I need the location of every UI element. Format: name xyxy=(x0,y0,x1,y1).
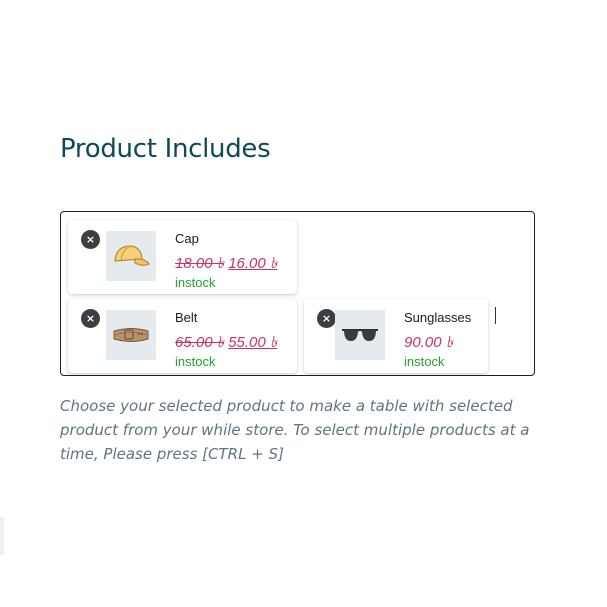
stock-status: instock xyxy=(175,275,216,290)
cap-image xyxy=(106,231,156,281)
product-name: Sunglasses xyxy=(404,310,472,325)
sale-price: 16.00 ৳ xyxy=(228,255,278,272)
product-name: Belt xyxy=(175,310,198,325)
product-name: Cap xyxy=(175,231,199,246)
remove-icon[interactable]: × xyxy=(81,309,100,328)
regular-price: 18.00 ৳ xyxy=(175,255,225,272)
belt-image xyxy=(106,310,156,360)
product-price: 65.00 ৳ 55.00 ৳ xyxy=(175,331,277,356)
sale-price: 55.00 ৳ xyxy=(228,334,278,351)
remove-icon[interactable]: × xyxy=(81,230,100,249)
stock-status: instock xyxy=(404,354,445,369)
product-price: 18.00 ৳ 16.00 ৳ xyxy=(175,252,277,277)
sale-price: 90.00 ৳ xyxy=(404,334,454,351)
product-chip-belt[interactable]: × Belt 65.00 ৳ 55.00 ৳ instock xyxy=(68,299,297,373)
product-price: 90.00 ৳ xyxy=(404,331,453,356)
text-cursor[interactable] xyxy=(495,307,496,324)
stock-status: instock xyxy=(175,354,216,369)
product-chip-sunglasses[interactable]: × Sunglasses 90.00 ৳ instock xyxy=(304,299,488,373)
page: Product Includes × Cap 18.00 ৳ 16.00 ৳ in… xyxy=(0,0,607,607)
product-multiselect[interactable]: × Cap 18.00 ৳ 16.00 ৳ instock × Belt 65.… xyxy=(60,211,535,376)
section-title: Product Includes xyxy=(60,134,271,164)
product-chip-cap[interactable]: × Cap 18.00 ৳ 16.00 ৳ instock xyxy=(68,220,297,294)
edge-panel xyxy=(0,517,4,555)
regular-price: 65.00 ৳ xyxy=(175,334,225,351)
remove-icon[interactable]: × xyxy=(317,309,336,328)
help-text: Choose your selected product to make a t… xyxy=(60,397,530,463)
sunglasses-image xyxy=(335,310,385,360)
